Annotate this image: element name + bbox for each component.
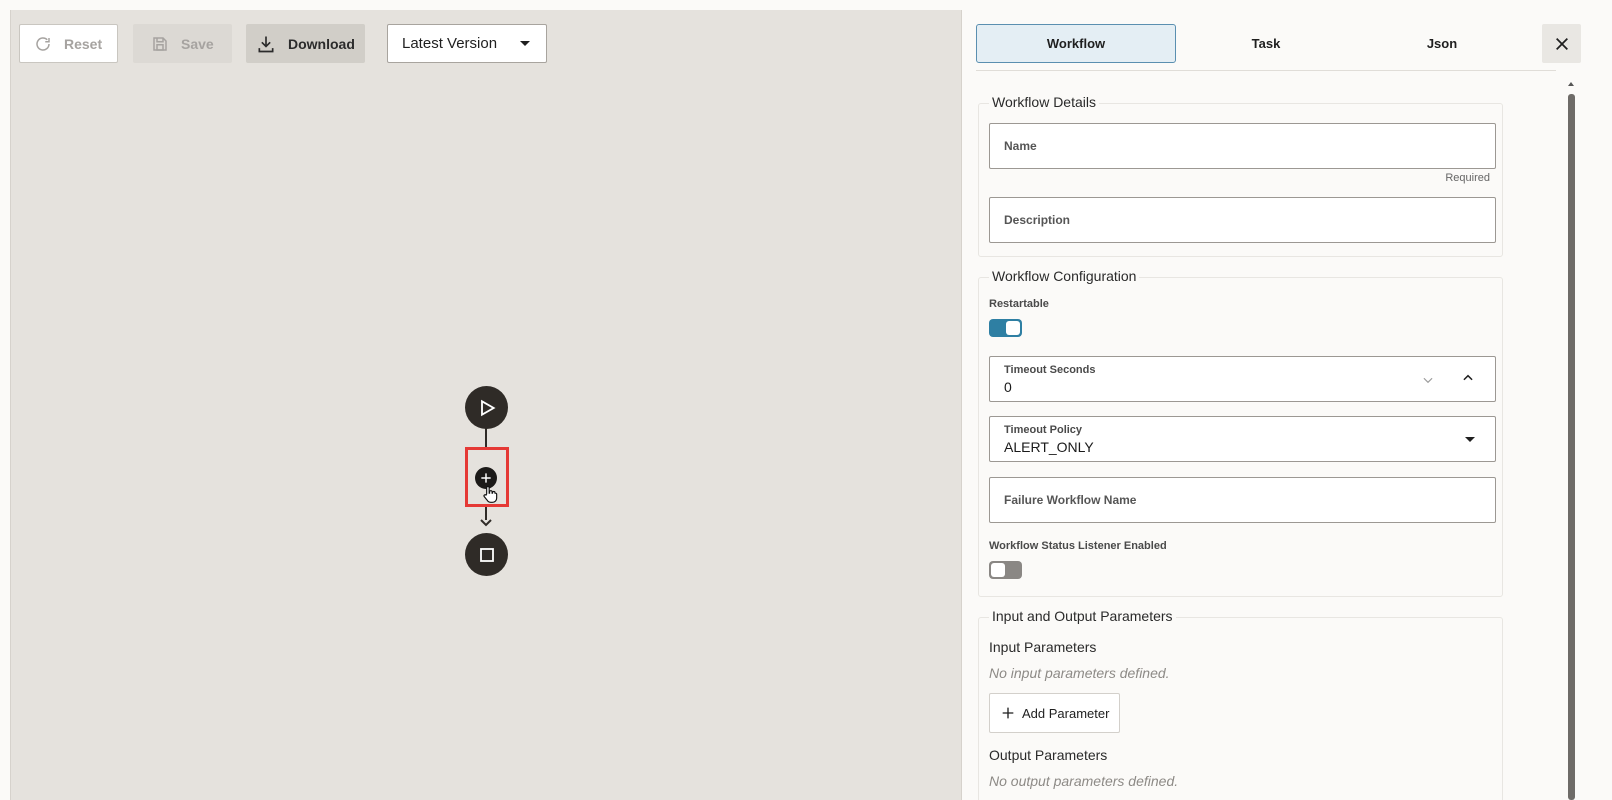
timeout-seconds-value: 0 — [1004, 379, 1012, 395]
panel-tabs: Workflow Task Json — [976, 24, 1556, 71]
timeout-policy-label: Timeout Policy — [1004, 424, 1083, 436]
workflow-configuration-section: Workflow Configuration Restartable Timeo… — [978, 268, 1503, 597]
start-node[interactable] — [465, 386, 508, 429]
timeout-seconds-stepper[interactable]: Timeout Seconds 0 — [989, 356, 1496, 402]
reset-label: Reset — [64, 35, 103, 52]
end-node[interactable] — [465, 533, 508, 576]
tab-task[interactable]: Task — [1166, 24, 1366, 63]
play-icon — [480, 399, 496, 416]
name-placeholder: Name — [1004, 139, 1037, 153]
save-label: Save — [181, 35, 214, 52]
output-parameters-empty: No output parameters defined. — [989, 773, 1179, 789]
stop-icon — [479, 547, 494, 562]
download-label: Download — [288, 35, 355, 52]
version-select[interactable]: Latest Version — [387, 24, 547, 63]
io-parameters-section: Input and Output Parameters Input Parame… — [978, 608, 1503, 800]
reset-button[interactable]: Reset — [19, 24, 118, 63]
status-listener-label: Workflow Status Listener Enabled — [989, 540, 1167, 552]
hand-cursor-icon — [483, 485, 498, 503]
description-field[interactable]: Description — [989, 197, 1496, 243]
input-parameters-empty: No input parameters defined. — [989, 665, 1170, 681]
workflow-canvas[interactable]: Reset Save Download Latest Version — [10, 10, 962, 800]
caret-down-icon — [1465, 437, 1475, 442]
scroll-up-icon[interactable] — [1568, 82, 1574, 86]
chevron-down-icon[interactable] — [1421, 373, 1435, 387]
failure-workflow-field[interactable]: Failure Workflow Name — [989, 477, 1496, 523]
add-parameter-label: Add Parameter — [1022, 705, 1110, 721]
section-title: Workflow Details — [989, 94, 1099, 110]
failure-workflow-placeholder: Failure Workflow Name — [1004, 493, 1137, 507]
tab-json[interactable]: Json — [1342, 24, 1542, 63]
plus-icon — [1002, 707, 1014, 719]
status-listener-toggle[interactable] — [989, 561, 1022, 579]
arrow-down-icon — [480, 519, 492, 527]
timeout-seconds-label: Timeout Seconds — [1004, 364, 1096, 376]
section-title: Input and Output Parameters — [989, 608, 1176, 624]
description-placeholder: Description — [1004, 213, 1071, 227]
refresh-icon — [36, 36, 50, 51]
section-title: Workflow Configuration — [989, 268, 1140, 284]
timeout-policy-select[interactable]: Timeout Policy ALERT_ONLY — [989, 416, 1496, 462]
timeout-policy-value: ALERT_ONLY — [1004, 439, 1094, 455]
restartable-label: Restartable — [989, 298, 1049, 310]
name-field[interactable]: Name — [989, 123, 1496, 169]
close-button[interactable] — [1542, 24, 1581, 63]
toggle-knob — [1006, 321, 1020, 335]
panel-scrollbar[interactable] — [1566, 80, 1576, 800]
caret-down-icon — [520, 41, 530, 46]
toggle-knob — [991, 563, 1005, 577]
download-button[interactable]: Download — [246, 24, 365, 63]
chevron-up-icon[interactable] — [1461, 371, 1475, 385]
close-icon — [1555, 37, 1568, 50]
workflow-details-section: Workflow Details Name Required Descripti… — [978, 94, 1503, 257]
name-required-helper: Required — [1445, 172, 1490, 184]
scroll-thumb[interactable] — [1568, 94, 1575, 800]
download-icon — [258, 36, 274, 52]
version-select-value: Latest Version — [402, 35, 498, 52]
save-button[interactable]: Save — [133, 24, 232, 63]
input-parameters-heading: Input Parameters — [989, 639, 1097, 655]
floppy-disk-icon — [153, 36, 167, 51]
restartable-toggle[interactable] — [989, 319, 1022, 337]
output-parameters-heading: Output Parameters — [989, 747, 1108, 763]
properties-panel: Workflow Task Json Workflow Details Name… — [962, 0, 1612, 800]
plus-icon — [481, 473, 491, 483]
workflow-editor: Reset Save Download Latest Version Workf… — [0, 0, 1612, 800]
add-parameter-button[interactable]: Add Parameter — [989, 693, 1120, 733]
tab-workflow[interactable]: Workflow — [976, 24, 1176, 63]
